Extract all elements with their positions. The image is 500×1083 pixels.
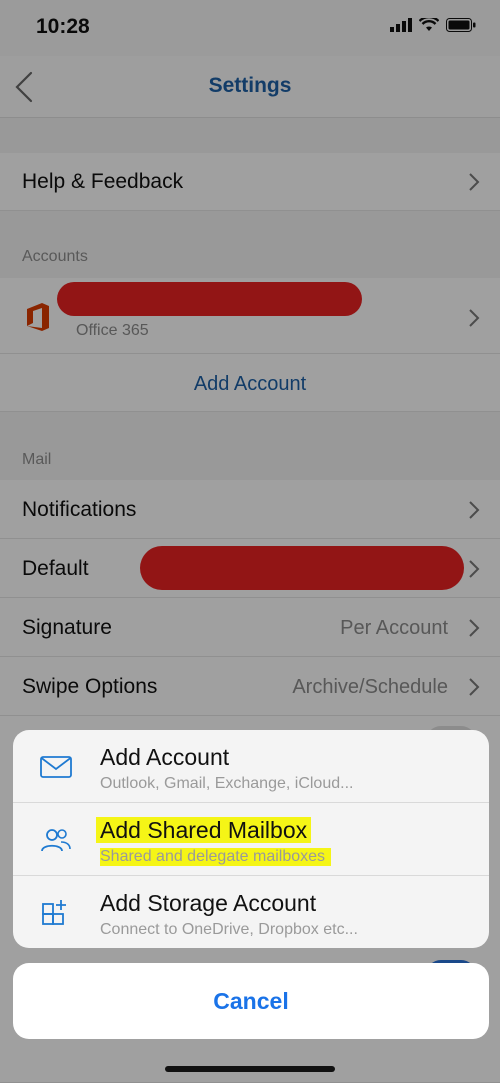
action-sheet: Add Account Outlook, Gmail, Exchange, iC… <box>13 730 489 948</box>
home-indicator[interactable] <box>165 1066 335 1072</box>
mail-icon <box>40 756 72 778</box>
add-account-option[interactable]: Add Account Outlook, Gmail, Exchange, iC… <box>13 730 489 803</box>
add-shared-mailbox-option[interactable]: Add Shared Mailbox Shared and delegate m… <box>13 803 489 876</box>
add-storage-account-option-subtitle: Connect to OneDrive, Dropbox etc... <box>100 921 358 938</box>
add-shared-mailbox-option-title: Add Shared Mailbox <box>96 817 312 844</box>
add-account-option-title: Add Account <box>100 744 230 770</box>
people-icon <box>41 829 71 852</box>
add-storage-account-option[interactable]: Add Storage Account Connect to OneDrive,… <box>13 876 489 948</box>
cancel-button[interactable]: Cancel <box>13 963 489 1039</box>
storage-grid-icon <box>42 900 66 925</box>
add-shared-mailbox-option-subtitle: Shared and delegate mailboxes <box>100 848 332 866</box>
add-account-option-subtitle: Outlook, Gmail, Exchange, iCloud... <box>100 775 354 792</box>
highlighted-title: Add Shared Mailbox <box>96 817 312 843</box>
add-storage-account-option-title: Add Storage Account <box>100 890 317 916</box>
